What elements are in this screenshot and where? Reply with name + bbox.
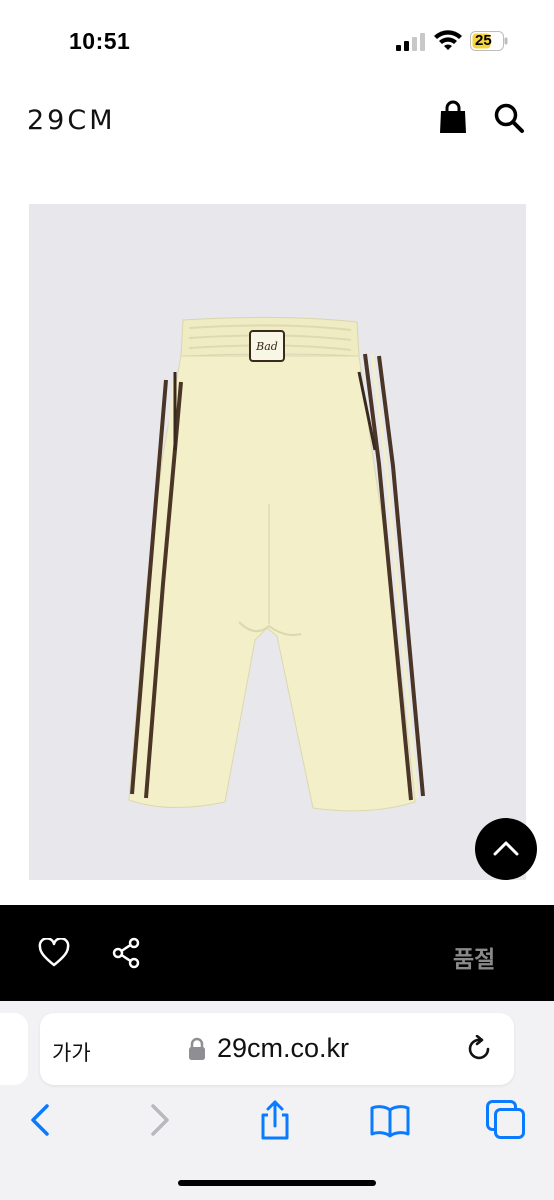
chevron-up-icon: [493, 841, 519, 856]
status-time: 10:51: [69, 28, 131, 54]
search-icon[interactable]: [493, 102, 525, 134]
sold-out-label: 품절: [453, 946, 496, 972]
site-logo[interactable]: 29CM: [27, 105, 116, 136]
url-text[interactable]: 29cm.co.kr: [217, 1033, 349, 1064]
heart-icon[interactable]: [38, 938, 70, 968]
back-icon[interactable]: [20, 1100, 60, 1140]
tabs-icon[interactable]: [486, 1100, 526, 1140]
reload-icon[interactable]: [466, 1035, 494, 1063]
share-icon[interactable]: [111, 937, 141, 969]
text-size-button[interactable]: 가가: [52, 1037, 91, 1067]
product-image: Bad: [29, 204, 526, 880]
share-sheet-icon[interactable]: [255, 1100, 295, 1140]
battery-level: 25: [475, 32, 492, 49]
wifi-icon: [434, 30, 462, 50]
scroll-top-button[interactable]: [475, 818, 537, 880]
bookmarks-icon[interactable]: [370, 1100, 410, 1140]
battery-icon: 25: [470, 31, 508, 51]
cellular-signal-icon: [396, 33, 425, 51]
home-indicator: [178, 1180, 376, 1186]
previous-tab-peek[interactable]: [0, 1013, 28, 1085]
forward-icon[interactable]: [140, 1100, 180, 1140]
patch-text: Bad: [255, 340, 278, 353]
shopping-bag-icon[interactable]: [438, 100, 468, 134]
app-header: 29CM: [0, 84, 554, 156]
address-bar[interactable]: 가가 29cm.co.kr: [40, 1013, 514, 1085]
status-bar: 10:51 25: [0, 0, 554, 84]
pants-illustration: Bad: [128, 316, 425, 812]
lock-icon: [189, 1037, 205, 1060]
